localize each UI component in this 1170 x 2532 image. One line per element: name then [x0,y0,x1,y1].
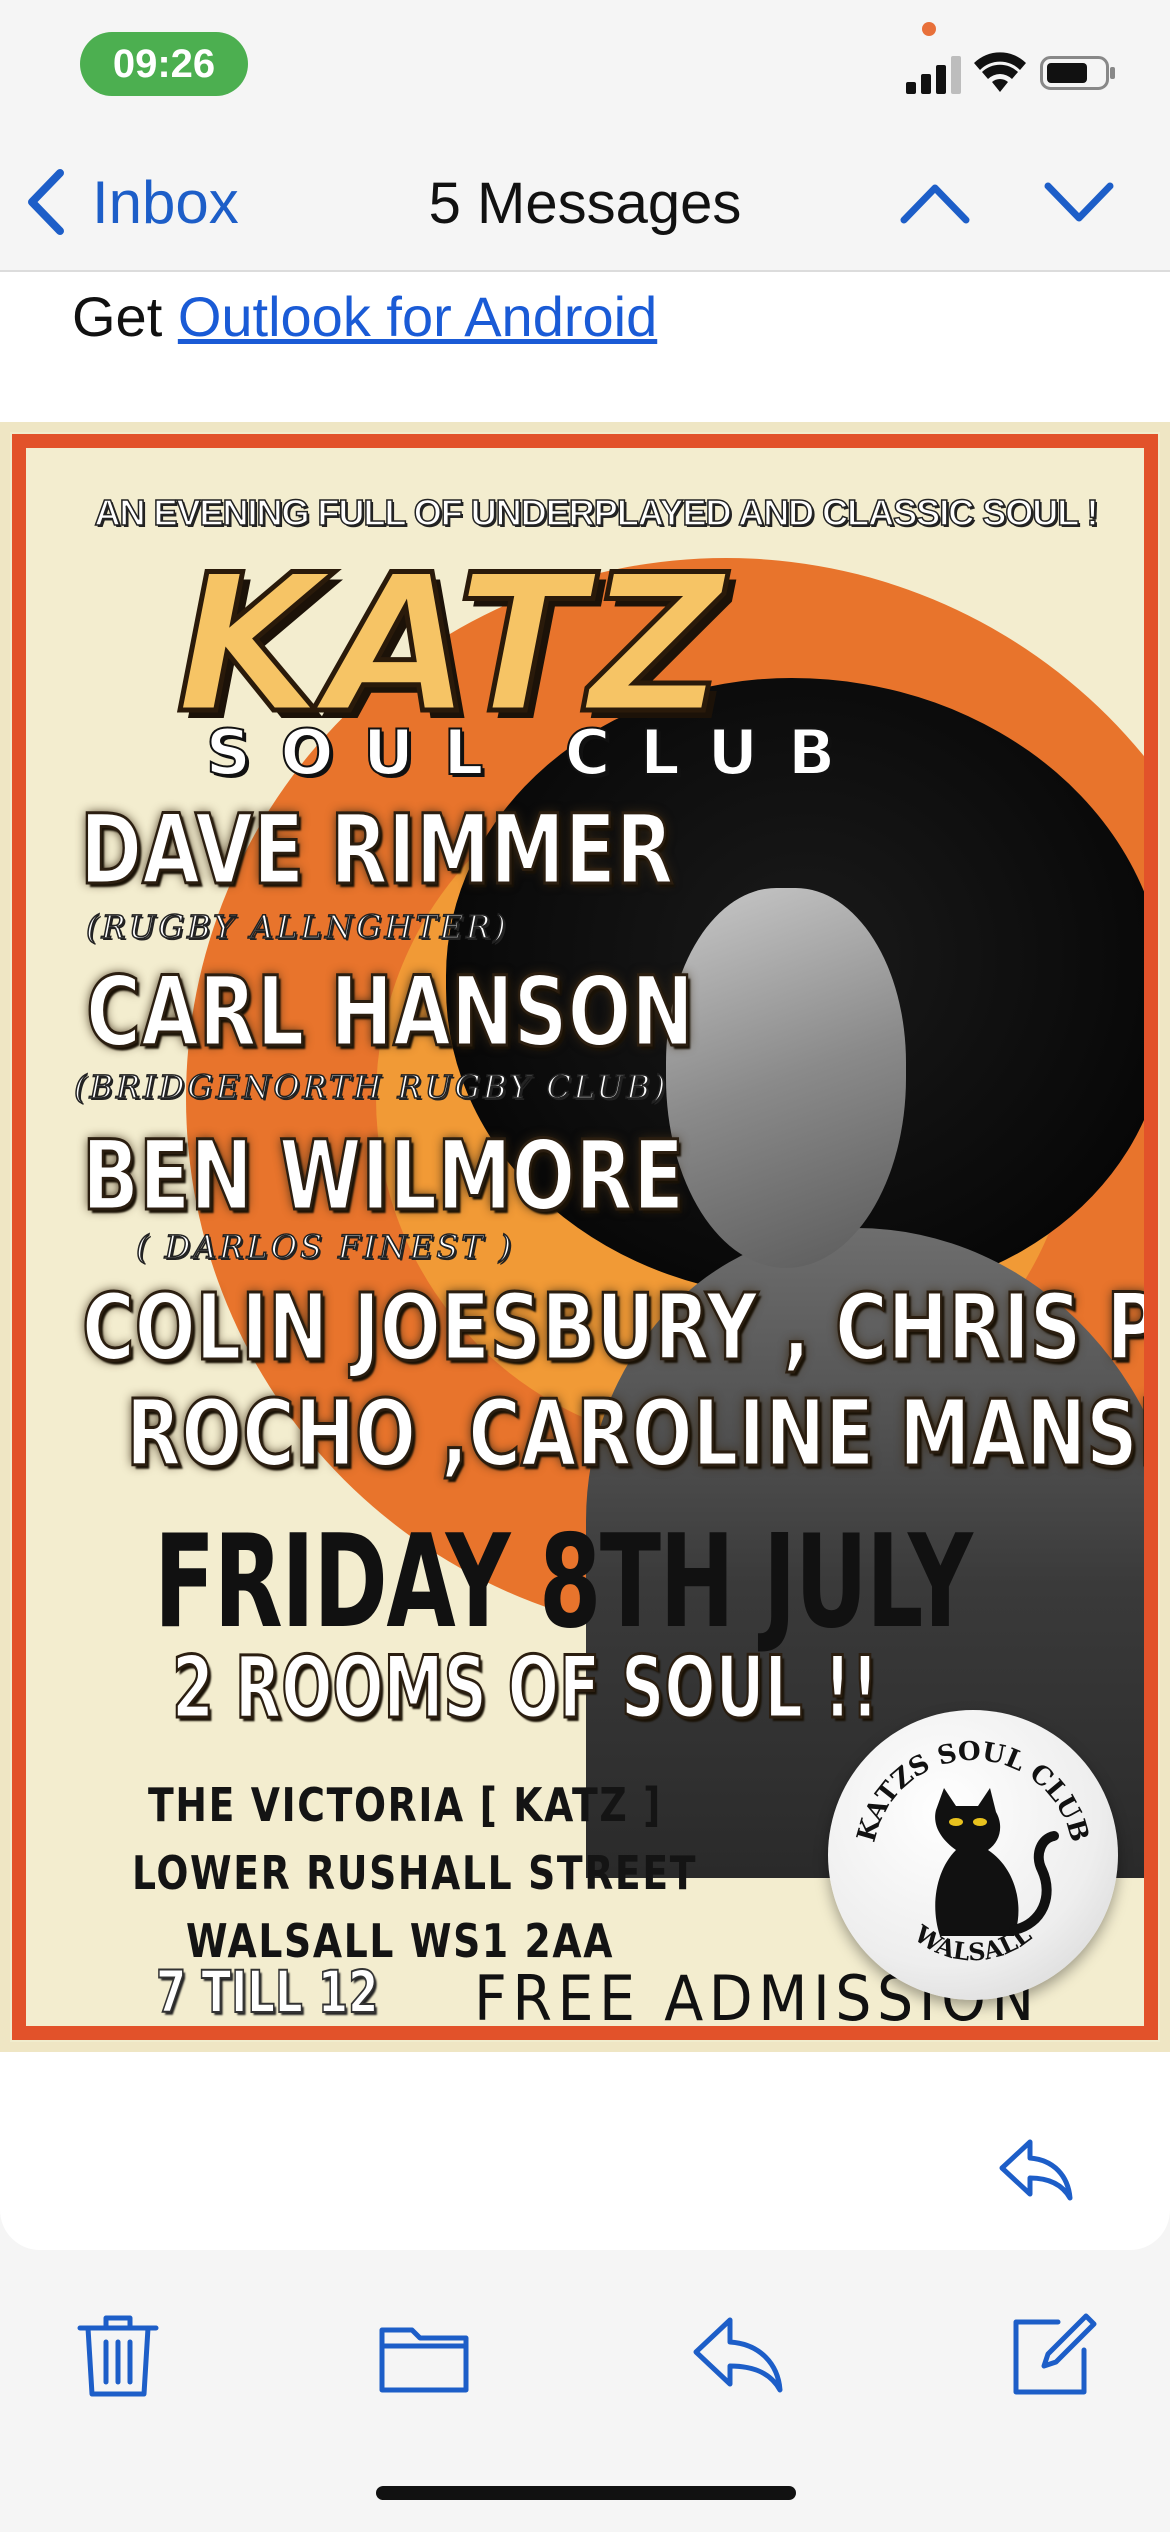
previous-message-button[interactable] [898,172,972,232]
event-rooms: 2 ROOMS OF SOUL !! [171,1637,880,1740]
katzs-soul-club-badge: KATZS SOUL CLUB WALSALL [828,1710,1118,2000]
cellular-signal-icon [906,56,961,94]
dj-affiliation: (BRIDGENORTH RUGBY CLUB) [73,1067,669,1107]
recording-indicator-icon [922,22,936,36]
navigation-bar: Inbox 5 Messages [0,130,1170,272]
reply-toolbar-button[interactable] [690,2306,786,2402]
mail-screen: 09:26 Inbox 5 Messages Get Outlook for A… [0,0,1170,2532]
poster-tagline: AN EVENING FULL OF UNDERPLAYED AND CLASS… [94,491,1100,534]
status-bar: 09:26 [0,0,1170,130]
delete-button[interactable] [70,2306,166,2402]
venue-line: LOWER RUSHALL STREET [132,1846,698,1900]
reply-icon [693,2317,783,2393]
inbox-back-label: Inbox [92,168,239,236]
dj-lineup-line: ROCHO ,CAROLINE MANSELL [125,1379,1144,1489]
black-cat-logo-icon: KATZS SOUL CLUB WALSALL [852,1737,1095,1967]
poster-frame: AN EVENING FULL OF UNDERPLAYED AND CLASS… [12,434,1158,2040]
signature-prefix: Get [72,285,163,348]
chevron-up-icon [900,184,970,224]
dj-name: BEN WILMORE [81,1119,685,1234]
trash-icon [77,2315,159,2397]
status-time: 09:26 [80,32,248,96]
poster-singer-face [666,888,906,1268]
inbox-back-button[interactable]: Inbox [22,164,239,240]
wifi-icon [974,52,1026,92]
event-hours: 7 TILL 12 [155,1957,379,2026]
folder-icon [379,2327,469,2393]
dj-affiliation: (RUGBY ALLNGHTER) [85,907,509,947]
dj-affiliation: ( DARLOS FINEST ) [135,1227,515,1267]
email-signature: Get Outlook for Android [72,284,657,349]
dj-name: CARL HANSON [85,955,695,1070]
reply-message-button[interactable] [996,2134,1076,2204]
outlook-android-link[interactable]: Outlook for Android [178,285,657,348]
dj-name: DAVE RIMMER [79,793,675,908]
reply-icon [999,2139,1073,2201]
chevron-left-icon [28,169,64,235]
dj-lineup-line: COLIN JOESBURY , CHRIS PRICE [81,1273,1158,1383]
home-indicator[interactable] [376,2486,796,2500]
next-message-button[interactable] [1042,172,1116,232]
event-poster-image[interactable]: AN EVENING FULL OF UNDERPLAYED AND CLASS… [0,422,1170,2052]
compose-button[interactable] [1004,2306,1100,2402]
venue-line: THE VICTORIA [ KATZ ] [148,1778,663,1832]
battery-icon [1040,56,1115,90]
bottom-toolbar [0,2250,1170,2450]
chevron-down-icon [1044,182,1114,222]
move-to-folder-button[interactable] [376,2306,472,2402]
event-date: FRIDAY 8TH JULY [154,1508,973,1657]
compose-icon [1013,2313,1097,2395]
poster-subheadline: SOUL CLUB [205,715,866,790]
message-body: Get Outlook for Android AN EVENING FULL … [0,272,1170,2250]
